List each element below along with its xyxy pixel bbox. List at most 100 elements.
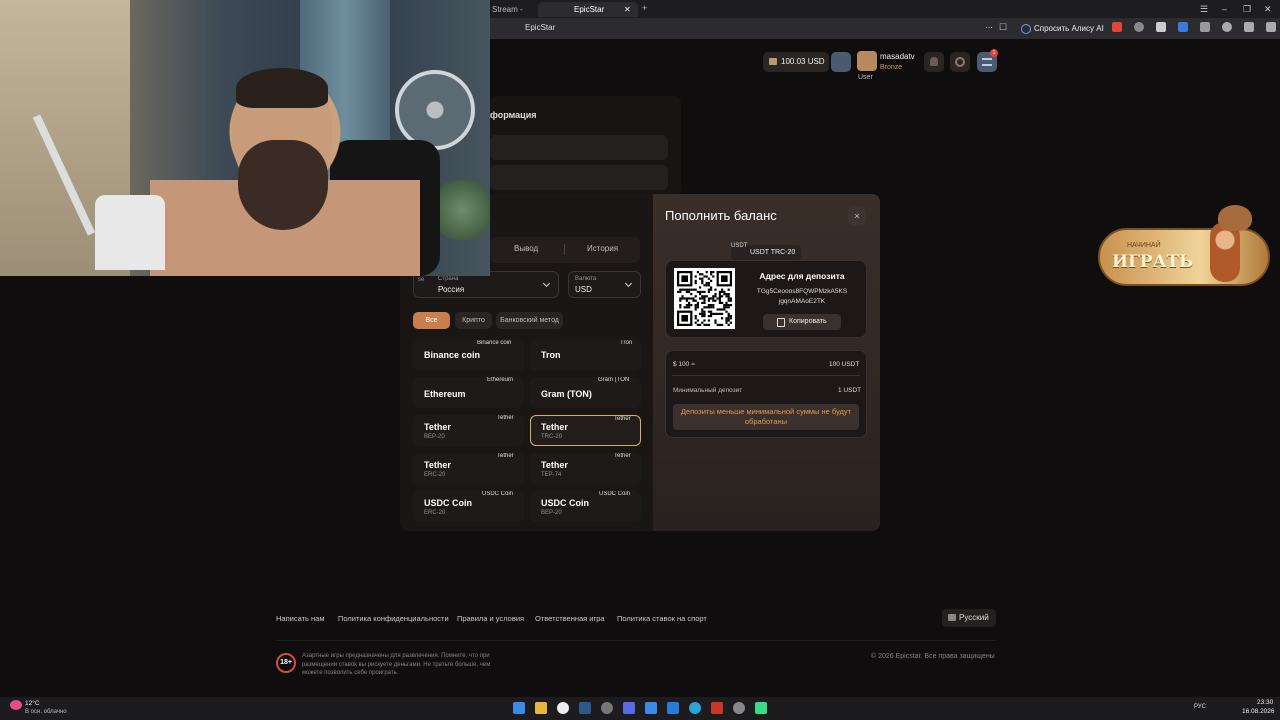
steam-icon[interactable] [579,702,591,714]
file-explorer-icon[interactable] [535,702,547,714]
extension-icon[interactable] [1134,22,1144,32]
coin-tron[interactable]: Tron Tron [530,340,641,371]
adblock-icon[interactable] [1112,22,1122,32]
tab-epicstar[interactable]: EpicStar ✕ [538,2,638,17]
tab-stream[interactable]: Stream - Wat: [486,2,536,29]
ask-alice-button[interactable]: Спросить Алису AI [1018,21,1110,36]
coin-image: USDC Coin [482,491,514,497]
stats-app-icon[interactable] [623,702,635,714]
minimize-icon[interactable]: – [1222,4,1227,14]
promo-title: ИГРАТЬ [1112,252,1194,272]
temperature[interactable]: 12°C [25,700,40,707]
promo-character-image [1218,205,1252,231]
clock-date[interactable]: 16.08.2026 [1242,708,1275,715]
extension-icon[interactable] [1178,22,1188,32]
close-window-icon[interactable]: ✕ [1264,4,1272,15]
min-deposit-warning: Депозиты меньше минимальной суммы не буд… [673,404,859,430]
tab-divider [564,244,565,255]
footer-link-privacy[interactable]: Политика конфиденциальности [338,614,449,623]
coin-tether-erc20[interactable]: Tether ERC-20 Tether [413,453,524,484]
download-icon[interactable] [1244,22,1254,32]
notifications-button[interactable] [924,52,944,72]
menu-icon[interactable]: ☰ [1200,4,1208,15]
profile-icon[interactable] [1266,22,1276,32]
filter-all[interactable]: Все [413,312,450,329]
min-deposit-label: Минимальный депозит [673,387,743,394]
coin-name: USDC Coin [541,498,589,508]
coin-name: Tether [541,422,568,432]
coin-gram-ton[interactable]: Gram (TON) Gram (TON [530,377,641,408]
profile-field[interactable] [490,135,668,160]
close-modal-button[interactable]: × [848,207,866,225]
tab-withdraw[interactable]: Вывод [514,244,538,253]
copy-button[interactable]: Копировать [763,314,841,330]
app-icon[interactable] [645,702,657,714]
extension-icon[interactable] [1156,22,1166,32]
extension-icon[interactable] [1222,22,1232,32]
username[interactable]: masadatv [880,52,915,61]
coin-binance[interactable]: Binance coin Binance coin [413,340,524,371]
coin-tether-trc20[interactable]: Tether TRC-20 Tether [530,415,641,446]
more-icon[interactable]: ⋯ [985,23,993,32]
coin-image: Tether [614,416,631,422]
coin-network: ERC-20 [424,472,446,478]
amount-label[interactable]: $ 100 ≈ [673,361,695,368]
wallet-button[interactable] [831,52,851,72]
coin-tether-bep20[interactable]: Tether BEP-20 Tether [413,415,524,446]
maximize-icon[interactable]: ❐ [1243,4,1251,15]
modal-title: Пополнить баланс [665,208,777,223]
footer-link-terms[interactable]: Правила и условия [457,614,524,623]
obs-icon[interactable] [711,702,723,714]
footer-link-responsible[interactable]: Ответственная игра [535,614,605,623]
promo-character-image [1210,222,1240,282]
coin-name: Binance coin [424,350,481,360]
new-tab-icon[interactable]: + [642,3,647,13]
bookmark-icon[interactable]: ☐ [999,22,1007,33]
coin-usdc-erc20[interactable]: USDC Coin ERC-20 USDC Coin [413,491,524,522]
webcam-microphone-image [95,195,165,270]
coin-image: Tether [614,453,631,459]
coin-tether-tep74[interactable]: Tether TEP-74 Tether [530,453,641,484]
edge-icon[interactable] [667,702,679,714]
filter-crypto[interactable]: Крипто [455,312,492,329]
taskbar [0,697,1280,720]
close-tab-icon[interactable]: ✕ [624,2,631,17]
coin-image: Tether [497,453,514,459]
country-label: Страна [438,276,459,282]
language-button[interactable]: Русский [942,609,996,627]
start-icon[interactable] [513,702,525,714]
user-role-label: User [858,74,873,81]
footer-link-contact[interactable]: Написать нам [276,614,325,623]
clock-time[interactable]: 23:30 [1257,699,1273,706]
hamburger-icon [982,58,992,66]
settings-icon[interactable] [733,702,745,714]
weather-description: В осн. облачно [25,709,67,715]
qr-code [674,268,735,329]
user-rank: Bronze [880,64,903,71]
avatar[interactable] [857,51,877,71]
coin-usdc-bep20[interactable]: USDC Coin BEP-20 USDC Coin [530,491,641,522]
weather-icon[interactable] [10,700,22,710]
telegram-icon[interactable] [689,702,701,714]
balance-display[interactable]: 100.03 USD [763,52,829,72]
coin-ethereum[interactable]: Ethereum Ethereum [413,377,524,408]
address-text[interactable]: EpicStar [525,23,555,32]
filter-bank[interactable]: Банковский метод [496,312,563,329]
coin-name: USDC Coin [424,498,472,508]
coin-network: BEP-20 [424,434,445,440]
keyboard-language[interactable]: РУС [1194,704,1206,710]
support-button[interactable] [950,52,970,72]
deposit-address[interactable]: TGg5Ceooos8FQWPMzkA5KS jgqnAMAoE2TK [737,287,867,307]
coin-name: Tether [424,460,451,470]
tab-history[interactable]: История [587,244,618,253]
extensions-icon[interactable] [1200,22,1210,32]
profile-section-title: формация [490,110,537,120]
app-icon[interactable] [755,702,767,714]
usdt-image: USDT [731,243,748,249]
footer-link-sports-policy[interactable]: Политика ставок на спорт [617,614,707,623]
yandex-browser-icon[interactable] [557,702,569,714]
currency-select[interactable]: Валюта USD [568,271,641,298]
profile-field[interactable] [490,165,668,190]
webcam-overlay [0,0,490,276]
app-icon[interactable] [601,702,613,714]
